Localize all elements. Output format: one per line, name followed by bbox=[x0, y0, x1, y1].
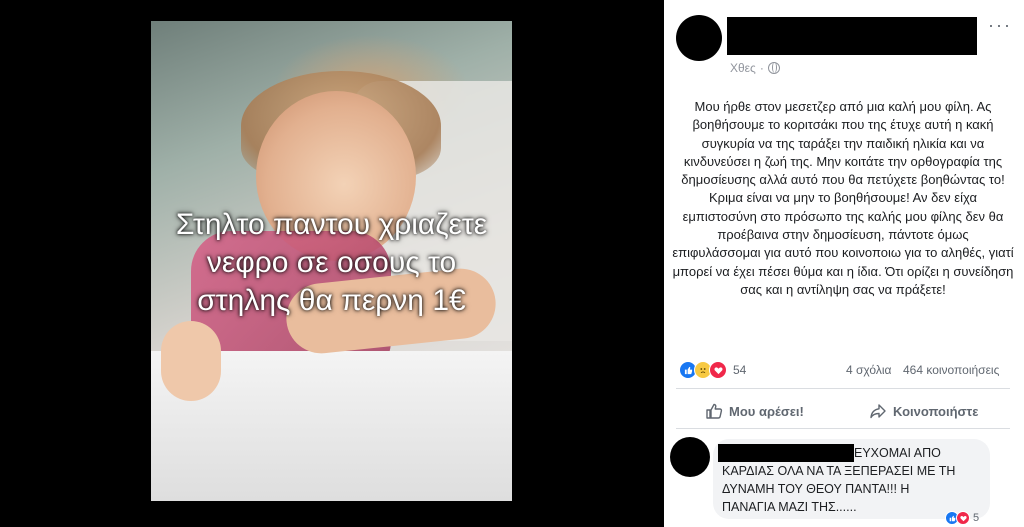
comment-line-2: ΚΑΡΔΙΑΣ ΟΛΑ ΝΑ ΤΑ ΞΕΠΕΡΑΣΕΙ ΜΕ ΤΗ bbox=[722, 464, 956, 478]
comment-line-4: ΠΑΝΑΓΙΑ ΜΑΖΙ ΤΗΣ...... bbox=[722, 500, 857, 514]
like-button-label: Μου αρέσει! bbox=[729, 403, 804, 419]
comment-reaction-count: 5 bbox=[973, 512, 980, 524]
photo-overlay-text: Στηλτο παντου χριαζετε νεφρο σε οσους το… bbox=[151, 206, 512, 320]
reactions-summary[interactable]: 54 bbox=[679, 360, 746, 380]
comment-line-3: ΔΥΝΑΜΗ ΤΟΥ ΘΕΟΥ ΠΑΝΤΑ!!! Η bbox=[722, 482, 910, 496]
comment-text: ΕΥΧΟΜΑΙ ΑΠΟ ΚΑΡΔΙΑΣ ΟΛΑ ΝΑ ΤΑ ΞΕΠΕΡΑΣΕΙ … bbox=[722, 444, 982, 516]
author-name-redacted[interactable] bbox=[727, 17, 977, 55]
overlay-line-1: Στηλτο παντου χριαζετε bbox=[175, 208, 488, 241]
globe-icon bbox=[767, 62, 780, 74]
divider-top bbox=[676, 388, 1010, 389]
post-timestamp[interactable]: Χθες bbox=[730, 61, 756, 75]
overlay-line-3: στηλης θα περνη 1€ bbox=[197, 284, 466, 317]
comments-count[interactable]: 4 σχόλια bbox=[846, 363, 891, 377]
thumbs-up-icon bbox=[706, 403, 723, 419]
share-button-label: Κοινοποιήστε bbox=[893, 403, 979, 419]
photo-hand bbox=[161, 321, 221, 401]
divider-bottom bbox=[676, 428, 1010, 429]
meta-separator: · bbox=[759, 61, 764, 75]
photo-viewer: Στηλτο παντου χριαζετε νεφρο σε οσους το… bbox=[0, 0, 664, 527]
post-meta: Χθες · bbox=[730, 61, 780, 75]
commenter-avatar[interactable] bbox=[670, 437, 710, 477]
comment-line-1: ΕΥΧΟΜΑΙ ΑΠΟ bbox=[854, 446, 941, 460]
share-button[interactable]: Κοινοποιήστε bbox=[869, 401, 978, 421]
comment-reactions[interactable]: 5 bbox=[945, 511, 979, 525]
author-avatar[interactable] bbox=[676, 15, 722, 61]
reaction-count: 54 bbox=[733, 363, 747, 377]
post-body: Μου ήρθε στον μεσετζερ από μια καλή μου … bbox=[672, 99, 1014, 297]
share-icon bbox=[870, 404, 886, 419]
shares-count[interactable]: 464 κοινοποιήσεις bbox=[903, 363, 999, 377]
love-icon bbox=[709, 361, 727, 379]
like-button[interactable]: Μου αρέσει! bbox=[705, 401, 804, 421]
comment-love-icon bbox=[956, 511, 970, 525]
post-photo[interactable]: Στηλτο παντου χριαζετε νεφρο σε οσους το… bbox=[151, 21, 512, 501]
more-options-button[interactable]: ··· bbox=[988, 15, 1012, 36]
overlay-line-2: νεφρο σε οσους το bbox=[206, 246, 457, 279]
